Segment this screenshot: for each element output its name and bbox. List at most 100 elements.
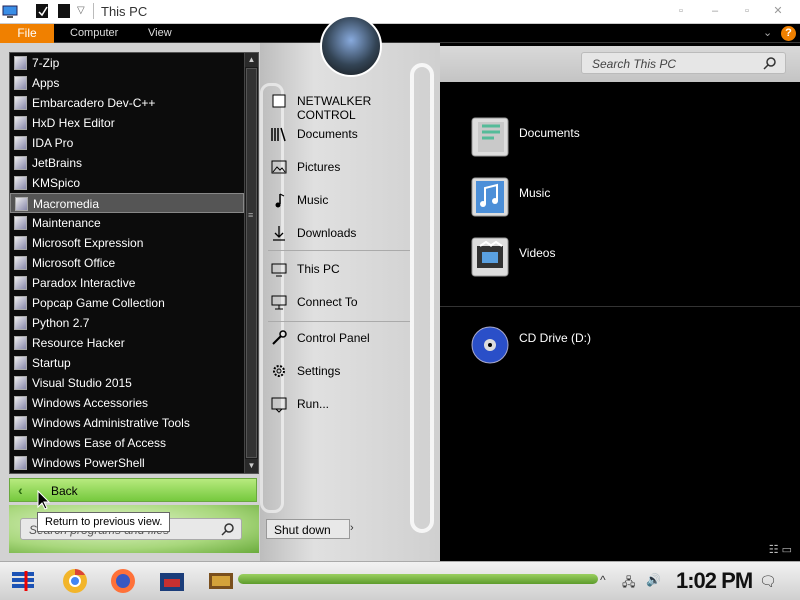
back-arrow-icon: ‹ <box>18 482 23 498</box>
music-folder-icon <box>471 177 509 217</box>
program-item[interactable]: Paradox Interactive <box>10 273 244 293</box>
place-control-panel[interactable]: Control Panel <box>270 327 420 349</box>
scroll-thumb[interactable]: ≡ <box>246 68 257 458</box>
place-label: This PC <box>297 262 340 276</box>
program-folder-icon <box>14 296 27 310</box>
window-title: This PC <box>101 4 148 19</box>
program-item[interactable]: 7-Zip <box>10 53 244 73</box>
folder-videos[interactable]: Videos <box>468 234 768 284</box>
shutdown-button[interactable]: Shut down <box>266 519 350 539</box>
tray-expand-icon[interactable]: ^ <box>600 573 606 587</box>
user-avatar[interactable] <box>320 15 382 77</box>
program-item[interactable]: Maintenance <box>10 213 244 233</box>
drive-cd[interactable]: CD Drive (D:) <box>468 319 768 369</box>
place-this-pc[interactable]: This PC <box>270 258 420 280</box>
computer-icon[interactable] <box>2 3 18 19</box>
program-folder-icon <box>14 96 27 110</box>
program-item[interactable]: Popcap Game Collection <box>10 293 244 313</box>
program-label: Windows Accessories <box>32 396 149 410</box>
network-icon[interactable]: 🖧 <box>622 573 635 594</box>
program-item[interactable]: Apps <box>10 73 244 93</box>
folder-documents[interactable]: Documents <box>468 114 768 164</box>
notifications-icon[interactable]: 🗨 <box>759 573 777 590</box>
section-divider <box>440 306 800 307</box>
volume-icon[interactable]: 🔊 <box>646 573 661 587</box>
program-item[interactable]: JetBrains <box>10 153 244 173</box>
taskbar-decorative-track <box>238 574 598 584</box>
start-button[interactable] <box>8 566 38 596</box>
scroll-up-icon[interactable]: ▲ <box>245 53 258 67</box>
program-label: Paradox Interactive <box>32 276 136 290</box>
program-item[interactable]: Windows Accessories <box>10 393 244 413</box>
folder-label: Documents <box>519 126 580 140</box>
tab-view[interactable]: View <box>148 24 172 43</box>
new-folder-icon[interactable] <box>56 3 72 19</box>
program-label: Windows Ease of Access <box>32 436 167 450</box>
tab-file[interactable]: File <box>0 24 54 43</box>
folder-music[interactable]: Music <box>468 174 768 224</box>
view-toggle-icons[interactable]: ☷ ▭ <box>769 543 792 556</box>
program-folder-icon <box>14 416 27 430</box>
place-connect-to[interactable]: Connect To <box>270 291 420 313</box>
program-item[interactable]: HxD Hex Editor <box>10 113 244 133</box>
system-menu-icon[interactable]: ▫ <box>671 2 691 20</box>
search-input[interactable]: Search This PC <box>581 52 786 74</box>
program-item[interactable]: Resource Hacker <box>10 333 244 353</box>
ribbon-expand-icon[interactable]: ⌄ <box>763 26 772 39</box>
search-icon[interactable] <box>221 522 235 536</box>
place-settings[interactable]: Settings <box>270 360 420 382</box>
program-item[interactable]: Windows Ease of Access <box>10 433 244 453</box>
tab-computer[interactable]: Computer <box>70 24 118 43</box>
search-icon[interactable] <box>763 56 777 70</box>
program-label: Microsoft Office <box>32 256 116 270</box>
program-folder-icon <box>14 316 27 330</box>
place-pictures[interactable]: Pictures <box>270 156 420 178</box>
maximize-button[interactable]: ▫ <box>737 2 757 20</box>
minimize-button[interactable]: – <box>705 2 725 20</box>
chrome-icon[interactable] <box>60 566 90 596</box>
program-item[interactable]: Visual Studio 2015 <box>10 373 244 393</box>
quick-access-dropdown-icon[interactable]: ▽ <box>77 5 85 16</box>
program-item[interactable]: KMSpico <box>10 173 244 193</box>
program-folder-icon <box>14 136 27 150</box>
program-item[interactable]: IDA Pro <box>10 133 244 153</box>
program-label: Popcap Game Collection <box>32 296 165 310</box>
place-user[interactable]: NETWALKER CONTROL <box>270 90 420 122</box>
program-label: Embarcadero Dev-C++ <box>32 96 156 110</box>
properties-icon[interactable] <box>34 3 50 19</box>
program-item[interactable]: Embarcadero Dev-C++ <box>10 93 244 113</box>
program-item[interactable]: Windows Administrative Tools <box>10 413 244 433</box>
firefox-icon[interactable] <box>108 566 138 596</box>
content-pane: Documents Music Videos CD Drive (D:) ☷ ▭ <box>440 82 800 562</box>
program-item[interactable]: Python 2.7 <box>10 313 244 333</box>
scroll-down-icon[interactable]: ▼ <box>245 459 258 473</box>
shutdown-options-icon[interactable]: › <box>350 522 354 534</box>
program-label: Startup <box>32 356 71 370</box>
program-folder-icon <box>14 276 27 290</box>
gear-icon <box>273 365 285 377</box>
taskbar: ^ 🖧 🔊 1:02 PM 🗨 <box>0 561 800 600</box>
drive-label: CD Drive (D:) <box>519 331 591 345</box>
file-explorer-icon[interactable] <box>157 566 187 596</box>
title-divider <box>93 3 94 19</box>
taskbar-clock[interactable]: 1:02 PM <box>676 568 753 594</box>
program-item[interactable]: Microsoft Expression <box>10 233 244 253</box>
program-list-scrollbar[interactable]: ▲ ≡ ▼ <box>244 53 258 473</box>
program-item[interactable]: Windows PowerShell <box>10 453 244 473</box>
close-button[interactable]: ✕ <box>768 2 788 20</box>
place-label: Run... <box>297 397 330 411</box>
program-item[interactable]: Microsoft Office <box>10 253 244 273</box>
place-label: Documents <box>297 127 358 141</box>
program-folder-icon <box>14 256 27 270</box>
program-folder-icon <box>14 236 27 250</box>
program-item[interactable]: Startup <box>10 353 244 373</box>
program-item[interactable]: Macromedia <box>10 193 244 213</box>
program-label: Apps <box>32 76 60 90</box>
place-music[interactable]: Music <box>270 189 420 211</box>
place-run[interactable]: Run... <box>270 393 420 415</box>
media-app-icon[interactable] <box>206 566 236 596</box>
place-downloads[interactable]: Downloads <box>270 222 420 244</box>
place-documents[interactable]: Documents <box>270 123 420 145</box>
scroll-grip-icon: ≡ <box>248 210 254 220</box>
help-button[interactable]: ? <box>781 26 796 41</box>
